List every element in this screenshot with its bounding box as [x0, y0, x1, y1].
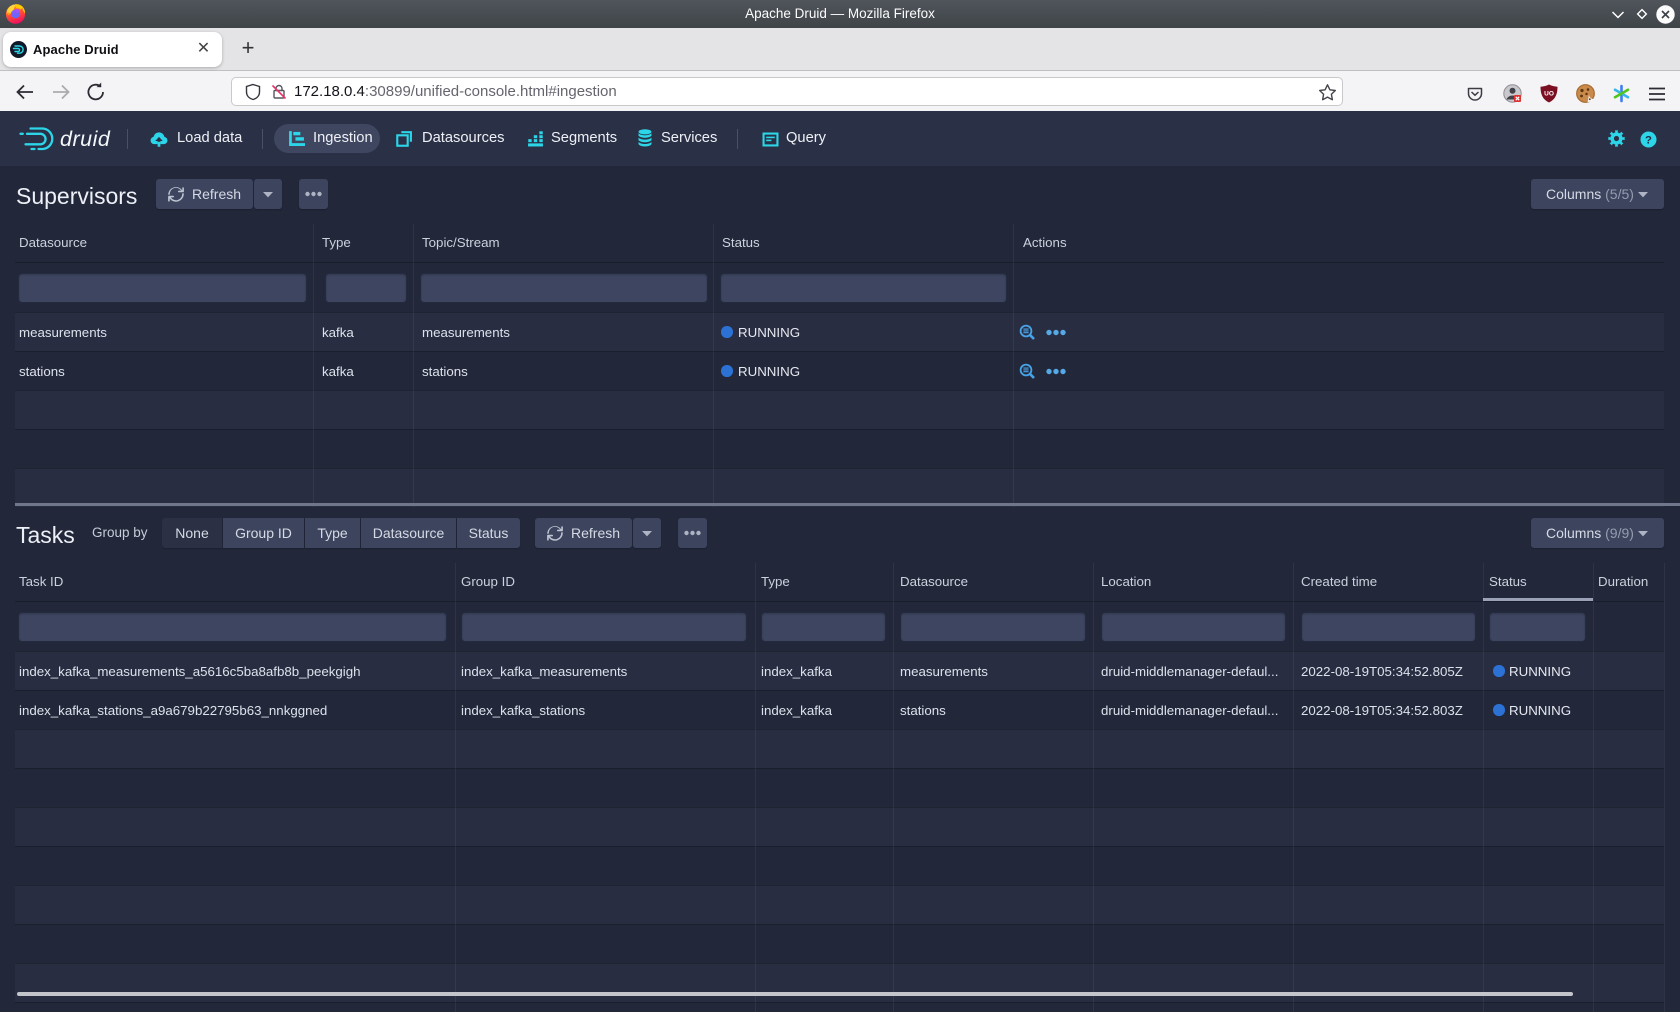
svg-text:UO: UO — [1544, 91, 1554, 98]
svg-text:?: ? — [1645, 134, 1652, 146]
